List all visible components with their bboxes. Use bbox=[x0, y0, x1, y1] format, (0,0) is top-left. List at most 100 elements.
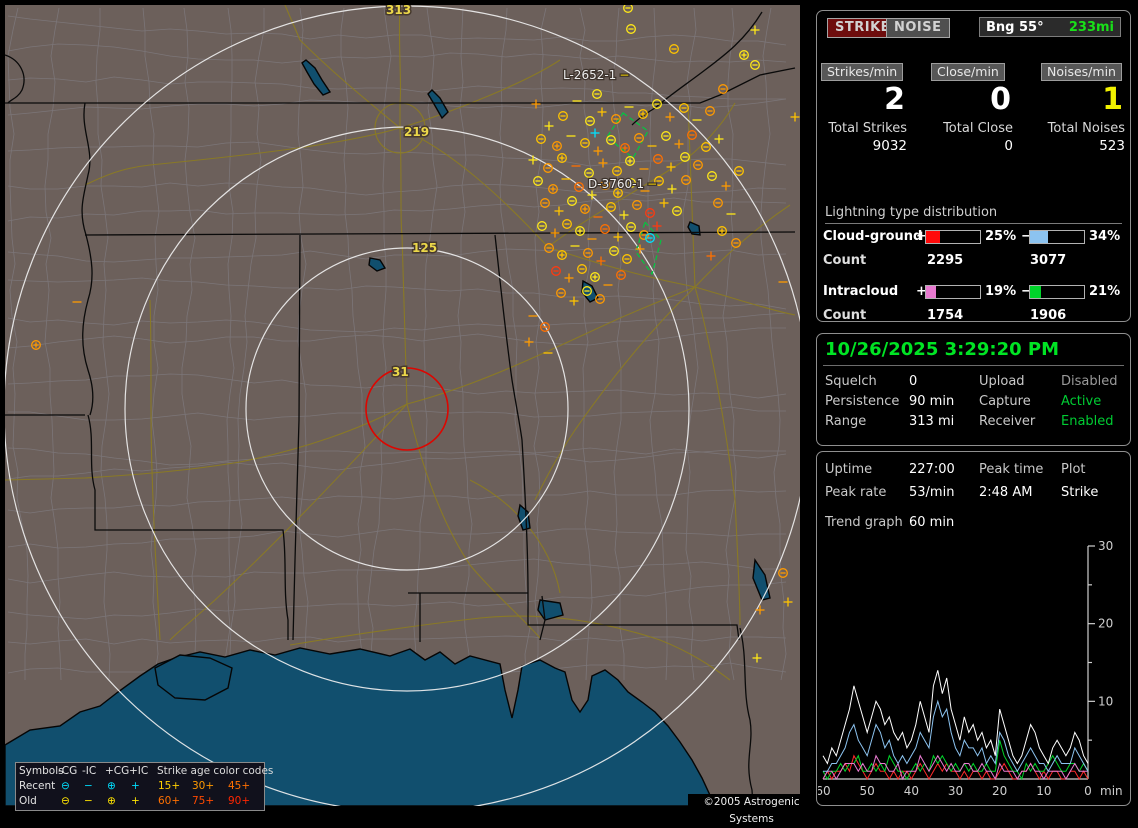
cloud-ground-row: Cloud-ground + 25% − 34% bbox=[817, 229, 1130, 243]
minus-icon: − bbox=[84, 795, 93, 807]
trend-graph: 1020306050403020100min bbox=[818, 536, 1131, 804]
age-15: 15+ bbox=[158, 780, 180, 792]
range-ring-label: 219 bbox=[404, 125, 429, 139]
legend-col-cg-pos: +CG bbox=[105, 765, 129, 777]
strikes-per-min-chip[interactable]: Strikes/min bbox=[821, 63, 903, 81]
plot-mode-value: Strike bbox=[1061, 485, 1098, 500]
peak-rate-label: Peak rate bbox=[825, 485, 886, 500]
plus-icon: + bbox=[131, 795, 140, 807]
noises-per-min-chip[interactable]: Noises/min bbox=[1041, 63, 1122, 81]
legend-col-ic-neg: -IC bbox=[82, 765, 96, 777]
minus-icon: − bbox=[84, 780, 93, 792]
range-ring-label: 31 bbox=[392, 365, 409, 379]
close-per-min-value: 0 bbox=[931, 81, 1015, 117]
cg-neg-count: 3077 bbox=[1030, 253, 1066, 268]
cg-pos-bar bbox=[925, 230, 981, 244]
trend-x-tick: 60 bbox=[818, 784, 831, 798]
cloud-ground-label: Cloud-ground bbox=[823, 229, 922, 244]
range-ring-label: 125 bbox=[412, 241, 437, 255]
bearing-value: Bng 55° bbox=[986, 20, 1044, 35]
lightning-map[interactable]: 31321912531L-2652-1−D-3760-1− bbox=[5, 5, 800, 806]
legend-recent-label: Recent bbox=[19, 780, 55, 792]
strikes-per-min-value: 2 bbox=[821, 81, 909, 117]
total-noises-value: 523 bbox=[1041, 136, 1127, 154]
receiver-label: Receiver bbox=[979, 414, 1035, 429]
map-canvas[interactable]: 31321912531L-2652-1−D-3760-1− Symbols -C… bbox=[5, 5, 800, 806]
storm-cell-label: L-2652-1− bbox=[563, 68, 629, 82]
trend-series-cloud-ground-neg bbox=[823, 701, 1088, 771]
age-45: 45+ bbox=[228, 780, 250, 792]
stats-panel: STRIKE NOISE Bng 55° 233mi Strikes/min 2… bbox=[816, 10, 1131, 322]
count-label: Count bbox=[823, 308, 866, 323]
cg-pos-count: 2295 bbox=[927, 253, 963, 268]
peak-time-value: 2:48 AM bbox=[979, 485, 1032, 500]
age-30: 30+ bbox=[192, 780, 214, 792]
legend-col-ic-pos: +IC bbox=[129, 765, 148, 777]
lightning-distribution: Lightning type distribution Cloud-ground… bbox=[817, 205, 1130, 224]
trend-series-intracloud-neg bbox=[823, 740, 1088, 779]
range-label: Range bbox=[825, 414, 866, 429]
trend-series-intracloud-pos bbox=[823, 756, 1088, 779]
persistence-value: 90 min bbox=[909, 394, 954, 409]
bearing-readout: Bng 55° 233mi bbox=[979, 17, 1121, 37]
bearing-distance: 233mi bbox=[1069, 20, 1114, 35]
total-close-value: 0 bbox=[931, 136, 1015, 154]
ic-pos-count: 1754 bbox=[927, 308, 963, 323]
capture-label: Capture bbox=[979, 394, 1031, 409]
trend-x-axis-unit: min bbox=[1100, 784, 1123, 798]
peak-rate-value: 53/min bbox=[909, 485, 954, 500]
total-noises-label: Total Noises bbox=[1041, 117, 1127, 136]
plot-label: Plot bbox=[1061, 462, 1086, 477]
legend-age-header: Strike age color codes bbox=[157, 765, 273, 777]
trend-y-tick: 30 bbox=[1098, 539, 1113, 553]
ic-neg-bar bbox=[1029, 285, 1085, 299]
datetime-display: 10/26/2025 3:29:20 PM bbox=[825, 339, 1059, 360]
noises-per-min-value: 1 bbox=[1041, 81, 1127, 117]
session-panel: Uptime 227:00 Peak time Plot Peak rate 5… bbox=[816, 451, 1131, 806]
squelch-value: 0 bbox=[909, 374, 917, 389]
intracloud-row: Intracloud + 19% − 21% bbox=[817, 284, 1130, 298]
separator bbox=[823, 365, 1124, 366]
total-strikes-value: 9032 bbox=[821, 136, 909, 154]
squelch-label: Squelch bbox=[825, 374, 877, 389]
trend-graph-label: Trend graph bbox=[825, 515, 903, 530]
cloud-ground-count-row: Count 2295 3077 bbox=[817, 253, 1130, 267]
count-label: Count bbox=[823, 253, 866, 268]
trend-series-total bbox=[823, 670, 1088, 763]
plus-icon: + bbox=[131, 780, 140, 792]
storm-cell-label: D-3760-1− bbox=[588, 177, 657, 191]
noises-column: Noises/min 1 Total Noises 523 bbox=[1041, 63, 1127, 154]
symbol-legend: Symbols -CG -IC +CG +IC Strike age color… bbox=[15, 762, 265, 811]
distribution-title: Lightning type distribution bbox=[825, 205, 1122, 224]
legend-old-label: Old bbox=[19, 795, 37, 807]
close-column: Close/min 0 Total Close 0 bbox=[931, 63, 1015, 154]
status-panel: 10/26/2025 3:29:20 PM Squelch 0 Upload D… bbox=[816, 333, 1131, 446]
close-per-min-chip[interactable]: Close/min bbox=[931, 63, 1005, 81]
trend-x-tick: 40 bbox=[904, 784, 919, 798]
intracloud-count-row: Count 1754 1906 bbox=[817, 308, 1130, 322]
ic-neg-count: 1906 bbox=[1030, 308, 1066, 323]
intracloud-label: Intracloud bbox=[823, 284, 898, 299]
peak-time-label: Peak time bbox=[979, 462, 1043, 477]
cg-neg-pct: 34% bbox=[1089, 229, 1120, 244]
circle-minus-icon: ⊖ bbox=[61, 780, 70, 792]
trend-x-tick: 10 bbox=[1036, 784, 1051, 798]
total-strikes-label: Total Strikes bbox=[821, 117, 909, 136]
cg-neg-bar bbox=[1029, 230, 1085, 244]
ic-pos-bar bbox=[925, 285, 981, 299]
capture-status: Active bbox=[1061, 394, 1101, 409]
uptime-label: Uptime bbox=[825, 462, 872, 477]
cg-pos-pct: 25% bbox=[985, 229, 1016, 244]
total-close-label: Total Close bbox=[931, 117, 1015, 136]
trend-graph-span: 60 min bbox=[909, 515, 954, 530]
legend-symbols-header: Symbols bbox=[19, 765, 64, 777]
ic-neg-pct: 21% bbox=[1089, 284, 1120, 299]
persistence-label: Persistence bbox=[825, 394, 899, 409]
receiver-status: Enabled bbox=[1061, 414, 1114, 429]
trend-series-cloud-ground-pos bbox=[823, 756, 1088, 779]
noise-mode-button[interactable]: NOISE bbox=[886, 18, 950, 38]
upload-label: Upload bbox=[979, 374, 1025, 389]
circle-plus-icon: ⊕ bbox=[107, 795, 116, 807]
trend-x-tick: 50 bbox=[860, 784, 875, 798]
trend-y-tick: 10 bbox=[1098, 694, 1113, 708]
